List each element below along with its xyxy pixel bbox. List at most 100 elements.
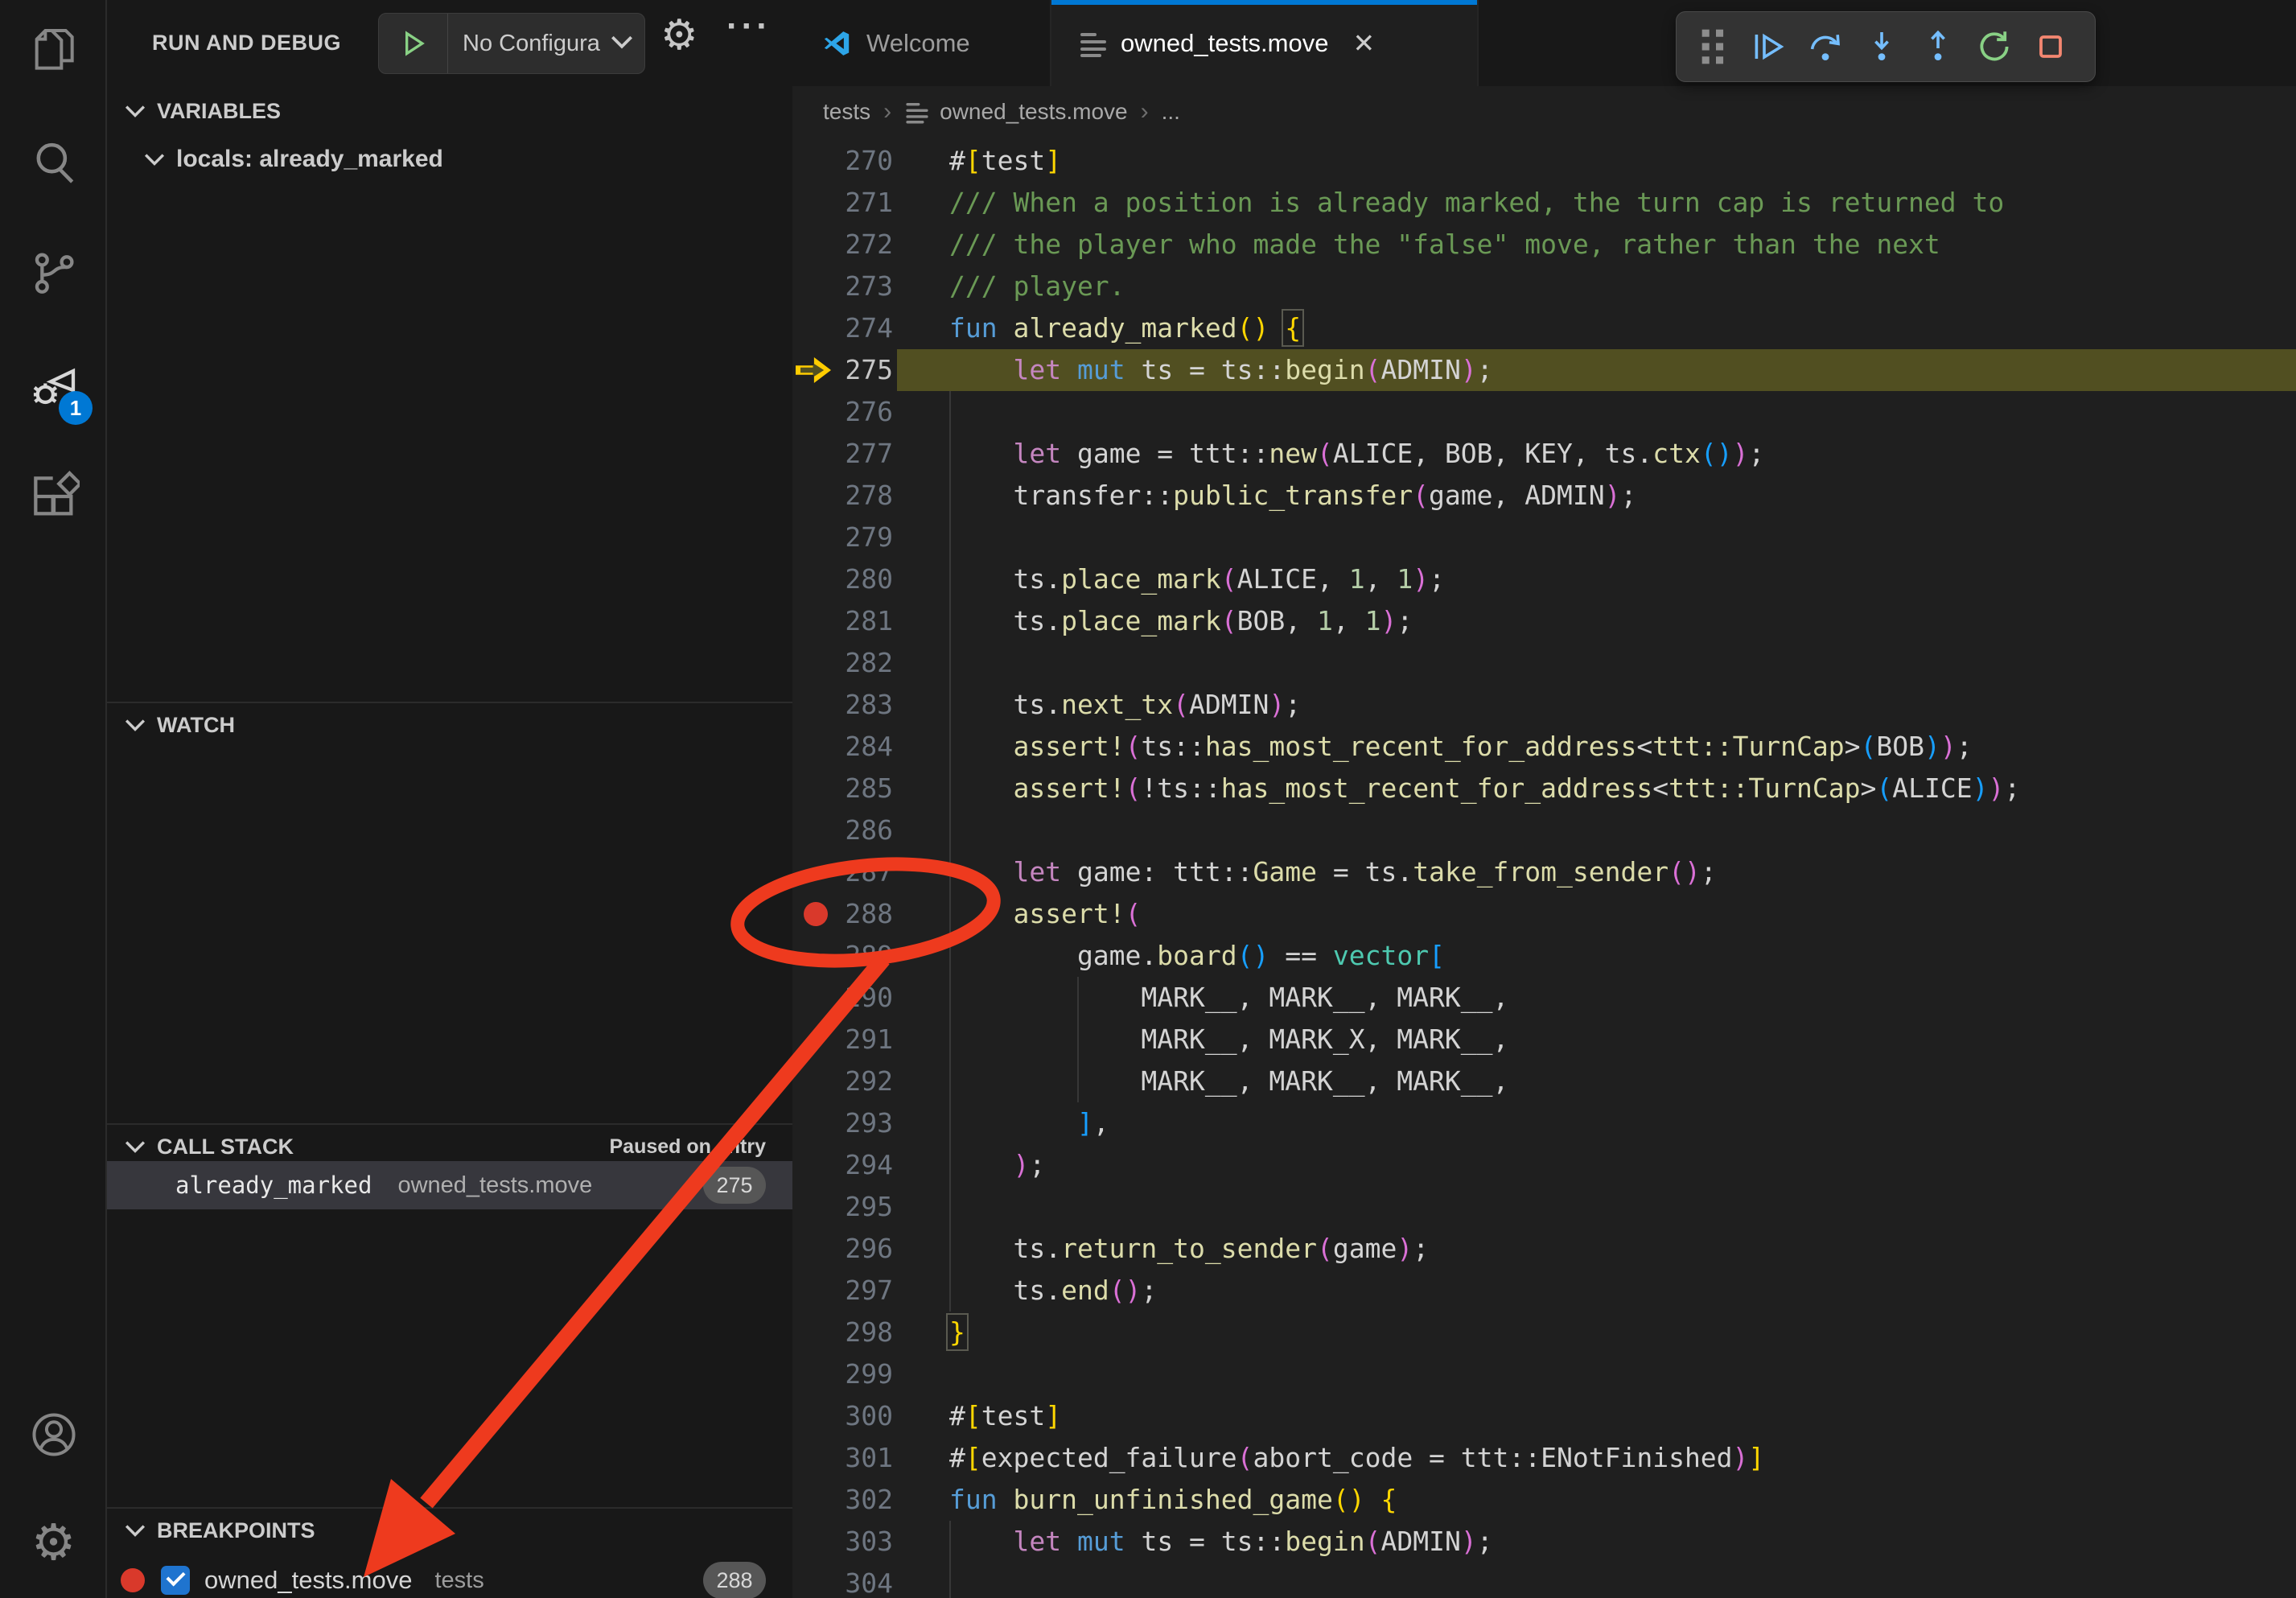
code-line-286[interactable]: 286 (792, 809, 2296, 851)
gutter[interactable]: 275 (792, 349, 949, 391)
code-line-295[interactable]: 295 (792, 1186, 2296, 1228)
gutter[interactable]: 296 (792, 1228, 949, 1270)
gutter[interactable]: 285 (792, 768, 949, 809)
code-line-273[interactable]: 273/// player. (792, 266, 2296, 307)
code-line-304[interactable]: 304 (792, 1563, 2296, 1598)
code-line-291[interactable]: 291 MARK__, MARK_X, MARK__, (792, 1019, 2296, 1061)
gutter[interactable]: 279 (792, 517, 949, 558)
extensions-icon[interactable] (0, 452, 107, 541)
gutter[interactable]: 294 (792, 1144, 949, 1186)
gutter[interactable]: 284 (792, 726, 949, 768)
gutter[interactable]: 270 (792, 140, 949, 182)
restart-icon[interactable] (1966, 16, 2022, 77)
breadcrumb-item[interactable]: owned_tests.move (940, 99, 1127, 125)
gutter[interactable]: 280 (792, 558, 949, 600)
code-line-276[interactable]: 276 (792, 391, 2296, 433)
start-debug-icon[interactable] (379, 14, 448, 73)
toolbar-drag-handle[interactable] (1685, 16, 1741, 77)
call-stack-frame[interactable]: already_marked owned_tests.move 275 (107, 1161, 792, 1209)
step-out-icon[interactable] (1910, 16, 1966, 77)
code-line-272[interactable]: 272/// the player who made the "false" m… (792, 224, 2296, 266)
accounts-icon[interactable] (0, 1390, 107, 1479)
stop-icon[interactable] (2022, 16, 2079, 77)
gutter[interactable]: 302 (792, 1479, 949, 1521)
variables-section-header[interactable]: VARIABLES (107, 89, 792, 134)
code-line-297[interactable]: 297 ts.end(); (792, 1270, 2296, 1312)
code-line-278[interactable]: 278 transfer::public_transfer(game, ADMI… (792, 475, 2296, 517)
gutter[interactable]: 272 (792, 224, 949, 266)
code-line-287[interactable]: 287 let game: ttt::Game = ts.take_from_s… (792, 851, 2296, 893)
gutter[interactable]: 303 (792, 1521, 949, 1563)
code-line-299[interactable]: 299 (792, 1353, 2296, 1395)
close-tab-icon[interactable]: ✕ (1352, 27, 1375, 59)
code-line-289[interactable]: 289 game.board() == vector[ (792, 935, 2296, 977)
code-line-301[interactable]: 301#[expected_failure(abort_code = ttt::… (792, 1437, 2296, 1479)
gutter[interactable]: 292 (792, 1061, 949, 1102)
tab-owned-tests-move[interactable]: owned_tests.move ✕ (1051, 0, 1479, 86)
gutter[interactable]: 298 (792, 1312, 949, 1353)
breakpoint-checkbox[interactable] (161, 1566, 190, 1595)
code-line-288[interactable]: 288 assert!( (792, 893, 2296, 935)
code-line-302[interactable]: 302fun burn_unfinished_game() { (792, 1479, 2296, 1521)
gutter[interactable]: 300 (792, 1395, 949, 1437)
code-line-300[interactable]: 300#[test] (792, 1395, 2296, 1437)
code-line-271[interactable]: 271/// When a position is already marked… (792, 182, 2296, 224)
run-and-debug-icon[interactable]: 1 (0, 343, 107, 431)
step-into-icon[interactable] (1854, 16, 1910, 77)
code-line-294[interactable]: 294 ); (792, 1144, 2296, 1186)
gutter[interactable]: 291 (792, 1019, 949, 1061)
code-line-270[interactable]: 270#[test] (792, 140, 2296, 182)
gutter[interactable]: 276 (792, 391, 949, 433)
gutter[interactable]: 295 (792, 1186, 949, 1228)
code-line-280[interactable]: 280 ts.place_mark(ALICE, 1, 1); (792, 558, 2296, 600)
gutter[interactable]: 281 (792, 600, 949, 642)
gutter[interactable]: 277 (792, 433, 949, 475)
code-line-277[interactable]: 277 let game = ttt::new(ALICE, BOB, KEY,… (792, 433, 2296, 475)
gutter[interactable]: 278 (792, 475, 949, 517)
tab-welcome[interactable]: Welcome (792, 0, 1051, 86)
settings-gear-icon[interactable]: ⚙ (0, 1499, 107, 1588)
continue-icon[interactable] (1741, 16, 1797, 77)
variables-locals-item[interactable]: locals: already_marked (107, 137, 792, 182)
gutter[interactable]: 271 (792, 182, 949, 224)
gutter[interactable]: 299 (792, 1353, 949, 1395)
code-line-298[interactable]: 298} (792, 1312, 2296, 1353)
gutter[interactable]: 286 (792, 809, 949, 851)
code-line-275[interactable]: 275 let mut ts = ts::begin(ADMIN); (792, 349, 2296, 391)
code-line-274[interactable]: 274fun already_marked() { (792, 307, 2296, 349)
code-line-303[interactable]: 303 let mut ts = ts::begin(ADMIN); (792, 1521, 2296, 1563)
search-icon[interactable] (0, 118, 107, 207)
gutter[interactable]: 290 (792, 977, 949, 1019)
code-line-292[interactable]: 292 MARK__, MARK__, MARK__, (792, 1061, 2296, 1102)
breadcrumb-item[interactable]: tests (823, 99, 870, 125)
code-line-293[interactable]: 293 ], (792, 1102, 2296, 1144)
code-line-283[interactable]: 283 ts.next_tx(ADMIN); (792, 684, 2296, 726)
code-line-279[interactable]: 279 (792, 517, 2296, 558)
explorer-icon[interactable] (0, 6, 107, 94)
gutter[interactable]: 289 (792, 935, 949, 977)
code-line-285[interactable]: 285 assert!(!ts::has_most_recent_for_add… (792, 768, 2296, 809)
source-control-icon[interactable] (0, 229, 107, 317)
gutter[interactable]: 283 (792, 684, 949, 726)
gutter[interactable]: 273 (792, 266, 949, 307)
gutter[interactable]: 297 (792, 1270, 949, 1312)
gutter[interactable]: 282 (792, 642, 949, 684)
breakpoint-list-item[interactable]: owned_tests.move tests 288 (107, 1558, 792, 1598)
gutter[interactable]: 287 (792, 851, 949, 893)
debug-config-dropdown[interactable]: No Configura (378, 13, 645, 74)
gutter[interactable]: 304 (792, 1563, 949, 1598)
more-actions-icon[interactable]: ··· (726, 6, 772, 47)
gutter[interactable]: 274 (792, 307, 949, 349)
code-line-282[interactable]: 282 (792, 642, 2296, 684)
breakpoints-section-header[interactable]: BREAKPOINTS (107, 1507, 792, 1552)
gutter[interactable]: 288 (792, 893, 949, 935)
code-line-290[interactable]: 290 MARK__, MARK__, MARK__, (792, 977, 2296, 1019)
step-over-icon[interactable] (1797, 16, 1854, 77)
breadcrumb-item[interactable]: ... (1162, 99, 1180, 125)
launch-settings-gear-icon[interactable]: ⚙ (660, 11, 698, 60)
watch-section-header[interactable]: WATCH (107, 702, 792, 747)
gutter[interactable]: 301 (792, 1437, 949, 1479)
code-line-284[interactable]: 284 assert!(ts::has_most_recent_for_addr… (792, 726, 2296, 768)
code-line-296[interactable]: 296 ts.return_to_sender(game); (792, 1228, 2296, 1270)
code-line-281[interactable]: 281 ts.place_mark(BOB, 1, 1); (792, 600, 2296, 642)
